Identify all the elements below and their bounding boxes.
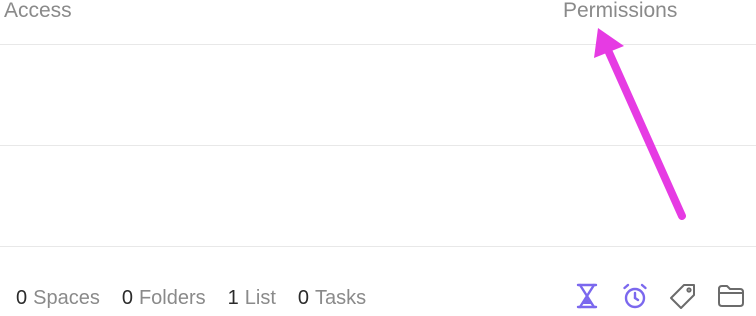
stat-count: 0 [297, 287, 310, 309]
permissions-panel: Access Permissions 0 Spaces 0 Folders 1 … [0, 0, 756, 316]
footer-bar: 0 Spaces 0 Folders 1 List 0 Tasks [0, 278, 756, 316]
hourglass-icon[interactable] [572, 281, 602, 311]
table-header: Access Permissions [0, 0, 756, 44]
column-header-access[interactable]: Access [4, 0, 72, 24]
stat-count: 0 [16, 287, 28, 309]
stat-label: Folders [138, 287, 206, 309]
stat-count: 1 [227, 287, 239, 309]
table-row[interactable] [0, 146, 756, 246]
divider [0, 246, 756, 247]
stat-label: Spaces [33, 287, 100, 309]
tag-icon[interactable] [668, 281, 698, 311]
column-header-permissions[interactable]: Permissions [563, 0, 677, 24]
lists-count: 1 List [228, 286, 276, 310]
stopwatch-icon[interactable] [620, 281, 650, 311]
footer-icons [572, 281, 746, 311]
folder-icon[interactable] [716, 281, 746, 311]
stat-label: Tasks [315, 287, 367, 309]
tasks-count: 0 Tasks [298, 286, 366, 310]
table-row[interactable] [0, 45, 756, 145]
item-counts: 0 Spaces 0 Folders 1 List 0 Tasks [16, 286, 388, 310]
stat-label: List [244, 287, 276, 309]
folders-count: 0 Folders [122, 286, 206, 310]
stat-count: 0 [121, 287, 133, 309]
spaces-count: 0 Spaces [16, 286, 100, 310]
